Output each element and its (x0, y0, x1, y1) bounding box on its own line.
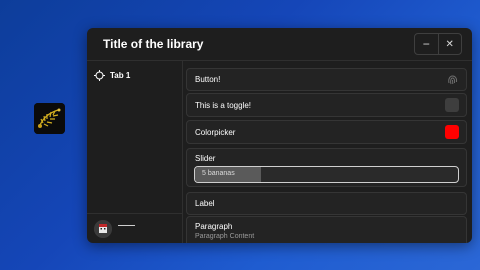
crosshair-icon (94, 69, 105, 81)
paragraph-element: Paragraph Paragraph Content (186, 216, 467, 243)
minimize-icon: − (422, 37, 430, 51)
slider-element: Slider 5 bananas (186, 148, 467, 187)
close-icon: ✕ (445, 38, 454, 50)
label-text: Label (195, 199, 215, 208)
slider-track[interactable]: 5 bananas (194, 166, 459, 183)
sidebar: Tab 1 (87, 61, 183, 243)
color-swatch[interactable] (445, 125, 459, 139)
window-title: Title of the library (103, 37, 204, 51)
username (118, 225, 135, 226)
tab-1[interactable]: Tab 1 (94, 68, 130, 82)
button-element[interactable]: Button! (186, 68, 467, 91)
toggle-label: This is a toggle! (195, 101, 252, 110)
close-button[interactable]: ✕ (437, 34, 462, 54)
slider-value: 5 bananas (202, 170, 235, 177)
window-controls: − ✕ (414, 33, 462, 55)
game-app-icon[interactable] (34, 103, 65, 134)
colorpicker-element[interactable]: Colorpicker (186, 120, 467, 144)
label-element: Label (186, 192, 467, 215)
tab-label: Tab 1 (110, 70, 131, 80)
minimize-button[interactable]: − (415, 34, 438, 54)
slider-label: Slider (195, 154, 216, 163)
title-bar[interactable]: Title of the library − ✕ (87, 28, 472, 61)
paragraph-title: Paragraph (195, 222, 233, 231)
fingerprint-icon (446, 73, 459, 91)
elements-panel: Button! This is a toggle! Colorpicker Sl… (186, 68, 467, 243)
button-label: Button! (195, 75, 221, 84)
user-footer (87, 213, 182, 243)
library-window: Title of the library − ✕ Tab 1 Button! T… (87, 28, 472, 243)
toggle-element[interactable]: This is a toggle! (186, 93, 467, 117)
toggle-checkbox[interactable] (445, 98, 459, 112)
avatar (94, 220, 112, 238)
colorpicker-label: Colorpicker (195, 128, 236, 137)
paragraph-content: Paragraph Content (195, 233, 255, 240)
